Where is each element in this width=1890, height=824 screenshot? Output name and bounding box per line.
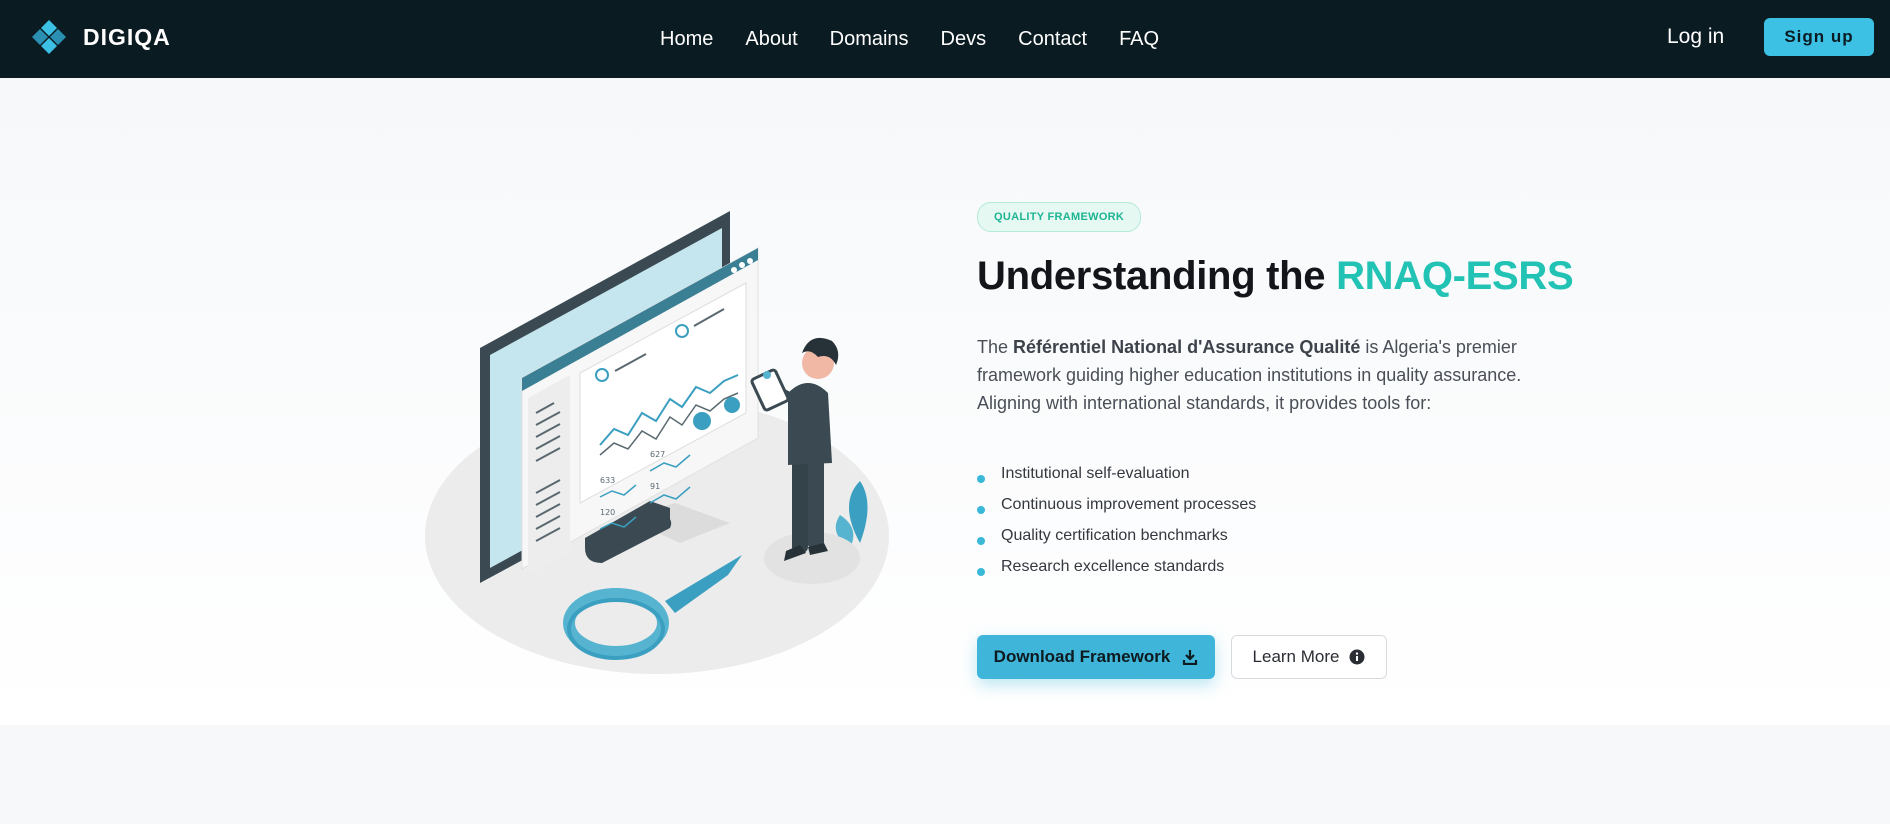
chart-label-2: 627 bbox=[650, 450, 665, 459]
main-nav: Home About Domains Devs Contact FAQ bbox=[660, 0, 1191, 78]
top-navbar: DIGIQA Home About Domains Devs Contact F… bbox=[0, 0, 1890, 78]
chart-label-1: 633 bbox=[600, 476, 615, 485]
hero-description: The Référentiel National d'Assurance Qua… bbox=[977, 333, 1537, 417]
signup-button[interactable]: Sign up bbox=[1764, 18, 1874, 56]
learn-more-button[interactable]: Learn More bbox=[1231, 635, 1387, 679]
nav-domains[interactable]: Domains bbox=[830, 28, 909, 51]
bullet-icon bbox=[977, 568, 985, 576]
nav-contact[interactable]: Contact bbox=[1018, 28, 1087, 51]
chart-label-3: 91 bbox=[650, 482, 660, 491]
learn-more-label: Learn More bbox=[1252, 647, 1340, 666]
feature-label: Research excellence standards bbox=[1001, 558, 1225, 575]
feature-item: Quality certification benchmarks bbox=[977, 527, 1256, 558]
framework-badge: QUALITY FRAMEWORK bbox=[977, 202, 1142, 232]
nav-about[interactable]: About bbox=[745, 28, 797, 51]
bullet-icon bbox=[977, 537, 985, 545]
title-prefix: Understanding the bbox=[977, 254, 1337, 298]
chart-label-4: 120 bbox=[600, 508, 615, 517]
brand-name: DIGIQA bbox=[83, 23, 171, 50]
title-accent: RNAQ-ESRS bbox=[1336, 254, 1574, 298]
feature-item: Institutional self-evaluation bbox=[977, 465, 1256, 496]
diamond-cluster-icon bbox=[32, 20, 66, 54]
info-icon bbox=[1349, 649, 1365, 665]
nav-devs[interactable]: Devs bbox=[941, 28, 987, 51]
feature-label: Institutional self-evaluation bbox=[1001, 465, 1190, 482]
feature-list: Institutional self-evaluation Continuous… bbox=[977, 465, 1256, 589]
login-link[interactable]: Log in bbox=[1667, 25, 1724, 49]
feature-label: Continuous improvement processes bbox=[1001, 496, 1257, 513]
feature-item: Continuous improvement processes bbox=[977, 496, 1256, 527]
desc-intro: The bbox=[977, 337, 1014, 357]
download-button-label: Download Framework bbox=[993, 647, 1171, 666]
desc-bold: Référentiel National d'Assurance Qualité bbox=[1013, 337, 1361, 357]
download-framework-button[interactable]: Download Framework bbox=[977, 635, 1215, 679]
nav-faq[interactable]: FAQ bbox=[1119, 28, 1159, 51]
bullet-icon bbox=[977, 475, 985, 483]
bullet-icon bbox=[977, 506, 985, 514]
next-section bbox=[0, 725, 1890, 824]
nav-home[interactable]: Home bbox=[660, 28, 713, 51]
download-icon bbox=[1183, 650, 1198, 665]
hero-section: 633 627 91 120 QUALITY FRAMEWORK Underst… bbox=[0, 78, 1890, 725]
brand[interactable]: DIGIQA bbox=[31, 19, 171, 55]
analytics-illustration: 633 627 91 120 bbox=[425, 211, 889, 674]
page-title: Understanding the RNAQ-ESRS bbox=[977, 254, 1574, 299]
feature-item: Research excellence standards bbox=[977, 558, 1256, 589]
feature-label: Quality certification benchmarks bbox=[1001, 527, 1228, 544]
